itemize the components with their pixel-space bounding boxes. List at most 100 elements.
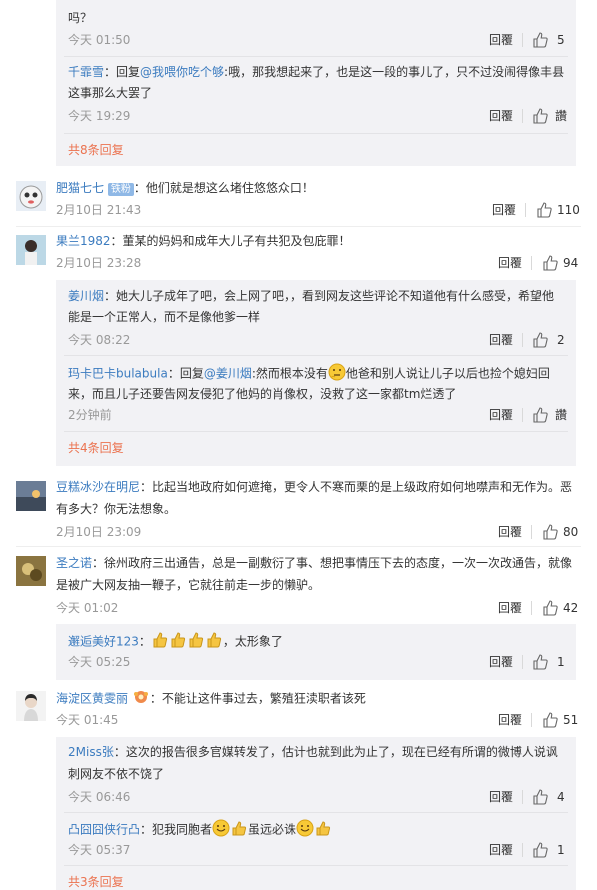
reply-item: 姜川烟：她大儿子成年了吧，会上网了吧，，看到网友这些评论不知道他有什么感受，希望… [68,288,554,304]
reply-text-cut: 吗？ [68,11,93,25]
like-button[interactable] [542,524,558,545]
smile-thumbs-emoji-icon [212,819,248,841]
reply-text-line2: 这事那么大罢了 [68,86,153,100]
comment-text: 海淀区黄雯丽 ：不能让这件事过去，繁殖狂渎职者该死 [56,689,366,709]
avatar[interactable] [16,181,46,211]
like-count: 94 [563,256,579,270]
reply-button[interactable]: 回覆 [498,599,522,617]
reply-username[interactable]: 2Miss张 [68,745,114,759]
like-label: 讚 [555,408,568,422]
thumbs-up-icon [533,332,548,348]
reply-username[interactable]: 凸囧囧侠行凸 [68,823,140,837]
like-button[interactable] [532,407,548,428]
comment-time: 今天 01:45 [56,713,119,727]
reply-meta: 今天 05:37 回覆 1 [68,841,568,859]
like-button[interactable] [532,654,548,675]
avatar[interactable] [16,556,46,586]
like-button[interactable] [542,600,558,621]
comment-username[interactable]: 肥猫七七 [56,181,104,195]
like-button[interactable] [542,255,558,276]
thumbs-up-icon [537,202,552,218]
comment-username[interactable]: 海淀区黄雯丽 [56,692,128,706]
like-count: 5 [557,33,565,47]
like-count: 1 [557,655,565,669]
reply-button[interactable]: 回覆 [498,523,522,541]
reply-button[interactable]: 回覆 [489,406,513,424]
reply-button[interactable]: 回覆 [498,254,522,272]
comment-text: 豆糕冰沙在明尼：比起当地政府如何遮掩，更令人不寒而栗的是上级政府如何地噤声和无作… [56,479,572,495]
reply-username[interactable]: 千霏雪 [68,65,104,79]
mention-link[interactable]: @我喂你吃个够 [140,65,224,79]
reply-button[interactable]: 回覆 [498,711,522,729]
comment-meta: 2月10日 23:09 回覆 80 [56,523,581,541]
comment-body: ：徐州政府三出通告，总是一副敷衍了事、想把事情压下去的态度，一次一次改通告，就像 [92,556,573,570]
mention-link[interactable]: @姜川烟 [204,367,252,381]
like-button[interactable] [542,712,558,733]
thumbs-up-icon [543,255,558,271]
like-count: 42 [563,601,579,615]
reply-username[interactable]: 玛卡巴卡bulabula [68,367,168,381]
reply-item: 凸囧囧侠行凸：犯我同胞者 虽远必诛 [68,819,332,841]
comment-text: 肥猫七七 铁粉 ：他们就是想这么堵住悠悠众口！ [56,180,314,196]
reply-button[interactable]: 回覆 [489,788,513,806]
reply-button[interactable]: 回覆 [489,841,513,859]
like-button[interactable] [532,32,548,53]
thumbs-up-icon [533,842,548,858]
like-button[interactable] [532,842,548,863]
comment-meta: 今天 01:02 回覆 42 [56,599,581,617]
like-count: 110 [557,203,580,217]
reply-button[interactable]: 回覆 [489,331,513,349]
reply-time: 今天 08:22 [68,333,131,347]
reply-divider [64,431,568,432]
reply-item: 邂逅美好123： ，太形象了 [68,631,283,653]
avatar[interactable] [16,691,46,721]
reply-text: ： [138,634,151,649]
reply-time: 今天 05:37 [68,843,131,857]
reply-meta: 今天 06:46 回覆 4 [68,788,568,806]
like-button[interactable] [532,789,548,810]
reply-text-line2: 来，而且儿子还要告网友侵犯了他妈的肖像权，没救了这一家都tm烂透了 [68,387,457,401]
comment-username[interactable]: 圣之诺 [56,556,92,570]
reply-divider [64,133,568,134]
comment-text-line2: 有多大？你无法想象。 [56,502,177,516]
reply-username[interactable]: 邂逅美好123 [68,635,139,649]
divider [522,655,523,669]
more-replies-link[interactable]: 共8条回复 [68,142,124,158]
reply-divider [64,355,568,356]
reply-divider [64,812,568,813]
divider [522,843,523,857]
thumbs-up-icon [533,32,548,48]
divider [522,408,523,422]
like-button[interactable] [532,332,548,353]
comment-body: ：不能让这件事过去，繁殖狂渎职者该死 [149,691,366,706]
more-replies-link[interactable]: 共3条回复 [68,874,124,890]
reply-button[interactable]: 回覆 [489,31,513,49]
reply-button[interactable]: 回覆 [489,107,513,125]
reply-divider [64,56,568,57]
reply-text-line2: 刺网友不依不饶了 [68,767,165,781]
divider [531,601,532,615]
like-count: 80 [563,525,579,539]
divider [522,33,523,47]
reply-button[interactable]: 回覆 [489,653,513,671]
like-button[interactable] [532,108,548,129]
reply-time: 今天 06:46 [68,790,131,804]
reply-button[interactable]: 回覆 [492,201,516,219]
comment-text: 圣之诺：徐州政府三出通告，总是一副敷衍了事、想把事情压下去的态度，一次一次改通告… [56,555,572,571]
divider [522,109,523,123]
reply-username[interactable]: 姜川烟 [68,289,104,303]
avatar[interactable] [16,481,46,511]
like-button[interactable] [536,202,552,223]
divider [531,525,532,539]
comment-divider [16,226,581,227]
like-count: 1 [557,843,565,857]
reply-prefix: ：回复 [104,65,141,79]
avatar[interactable] [16,235,46,265]
comment-username[interactable]: 果兰1982 [56,234,111,248]
reply-meta: 今天 19:29 回覆 讚 [68,107,568,125]
comment-meta: 今天 01:45 回覆 51 [56,711,581,729]
divider [522,790,523,804]
comment-username[interactable]: 豆糕冰沙在明尼 [56,480,140,494]
smile-thumbs-emoji-icon [296,819,332,841]
more-replies-link[interactable]: 共4条回复 [68,440,124,456]
